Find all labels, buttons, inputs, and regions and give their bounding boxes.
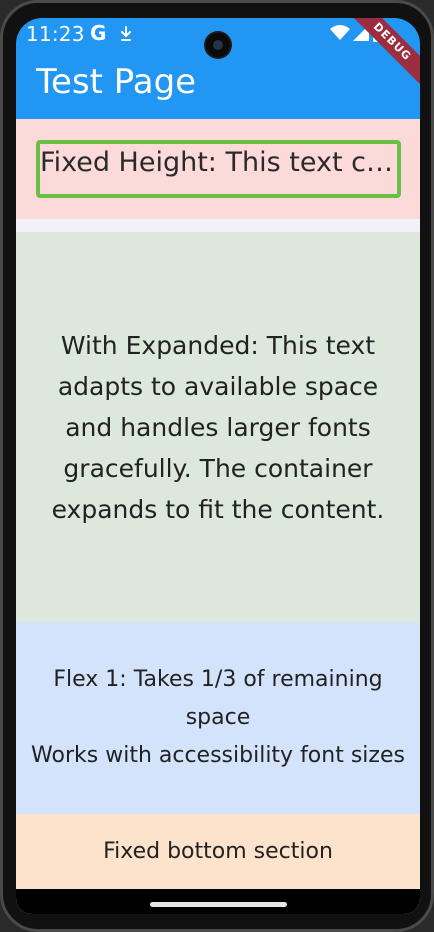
- screen: 11:23 G DEBUG Test Page Fixed Height: Th…: [16, 18, 420, 914]
- phone-device: 11:23 G DEBUG Test Page Fixed Height: Th…: [0, 0, 434, 932]
- expanded-text: With Expanded: This text adapts to avail…: [51, 330, 385, 524]
- system-nav-bar: [16, 889, 420, 914]
- flex-one-line2: Works with accessibility font sizes: [31, 743, 405, 768]
- page-body: Fixed Height: This text can overflow if …: [16, 119, 420, 914]
- flex-one-line1: Flex 1: Takes 1/3 of remaining space: [53, 667, 383, 730]
- front-camera: [206, 33, 230, 57]
- status-time: 11:23: [26, 22, 85, 46]
- google-g-icon: G: [90, 21, 107, 45]
- flex-one-section: Flex 1: Takes 1/3 of remaining space Wor…: [16, 622, 420, 814]
- fixed-bottom-section: Fixed bottom section: [16, 814, 420, 889]
- flex-one-text: Flex 1: Takes 1/3 of remaining space Wor…: [28, 661, 408, 775]
- fixed-height-box: Fixed Height: This text can overflow if …: [36, 140, 401, 198]
- home-gesture-bar[interactable]: [150, 902, 287, 907]
- fixed-bottom-text: Fixed bottom section: [103, 839, 333, 864]
- section-divider: [16, 219, 420, 232]
- download-arrow-icon: [121, 26, 131, 41]
- fixed-height-text: Fixed Height: This text can overflow if …: [40, 147, 397, 178]
- expanded-section: With Expanded: This text adapts to avail…: [16, 232, 420, 622]
- wifi-icon: [330, 25, 350, 40]
- fixed-height-section: Fixed Height: This text can overflow if …: [16, 119, 420, 219]
- app-bar: 11:23 G DEBUG Test Page: [16, 18, 420, 119]
- page-title: Test Page: [36, 62, 197, 102]
